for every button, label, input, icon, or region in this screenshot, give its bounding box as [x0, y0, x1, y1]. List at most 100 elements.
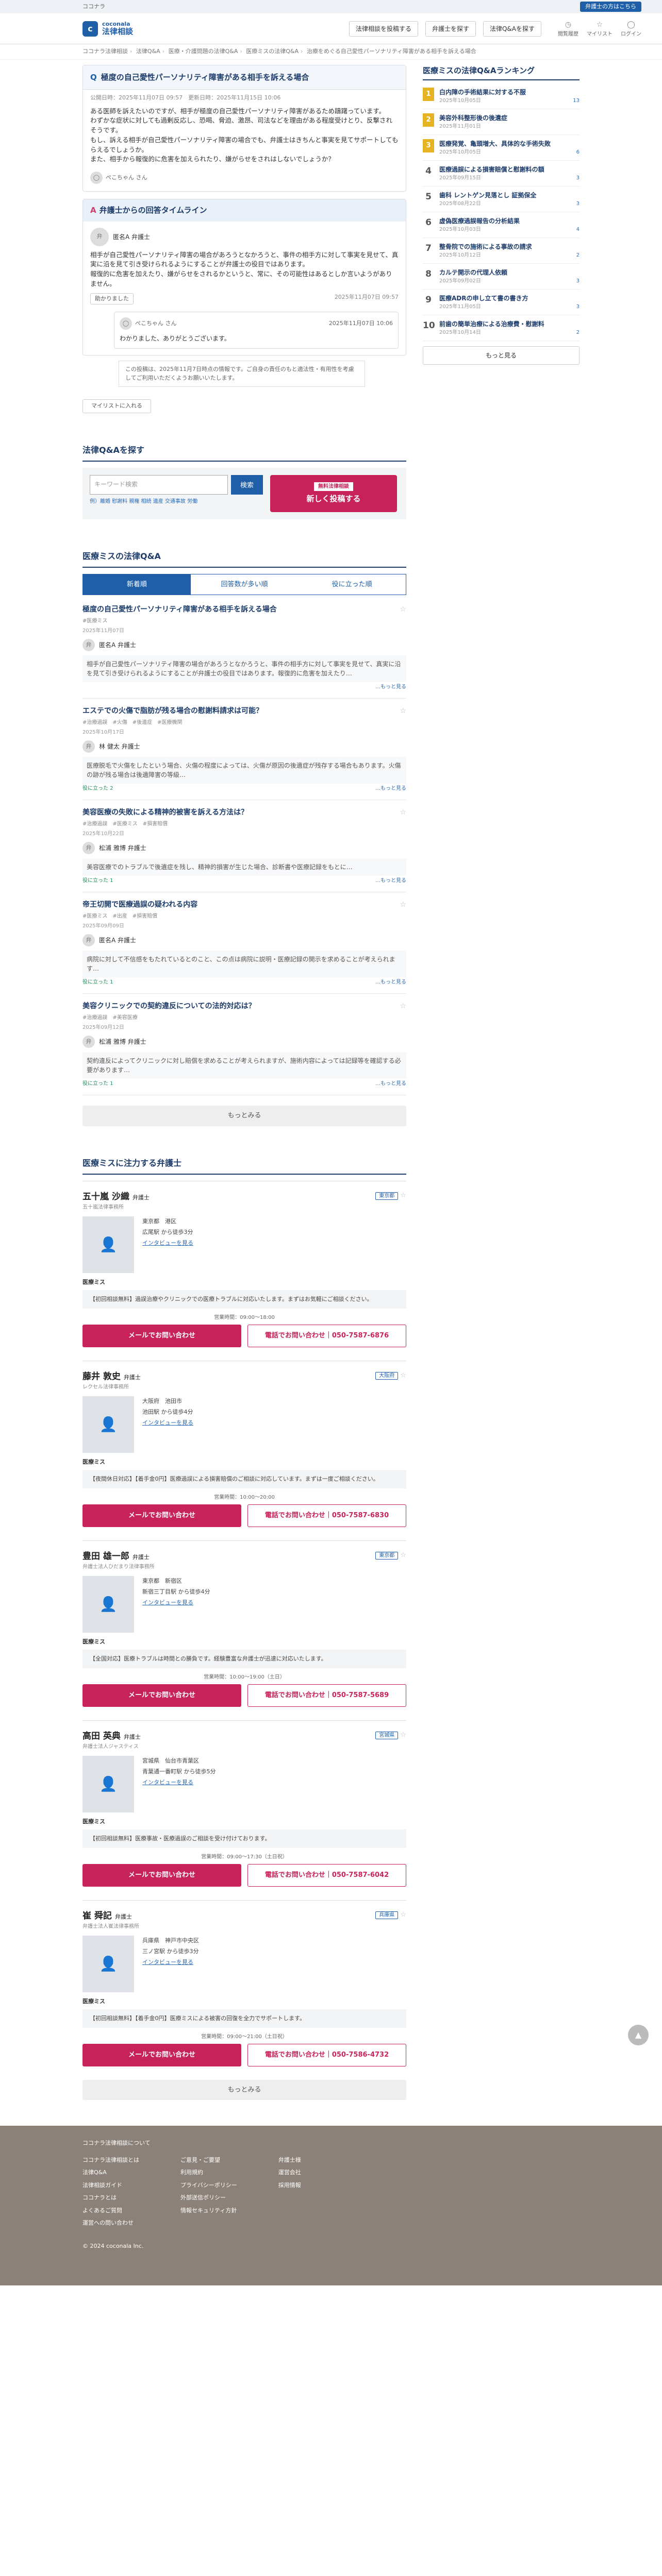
star-icon[interactable]: ☆	[400, 604, 406, 615]
star-icon[interactable]: ☆	[398, 1911, 406, 1919]
ranking-title[interactable]: 美容外科整形後の後遺症	[439, 113, 580, 123]
breadcrumb-item[interactable]: 法律Q&A	[136, 48, 160, 55]
footer-link[interactable]: 外部送信ポリシー	[180, 2194, 237, 2202]
footer-link[interactable]: 採用情報	[278, 2181, 301, 2190]
tab-newest[interactable]: 新着順	[83, 574, 191, 595]
footer-link[interactable]: プライバシーポリシー	[180, 2181, 237, 2190]
logo[interactable]: c coconala 法律相談	[82, 21, 133, 37]
footer-link[interactable]: 運営への問い合わせ	[82, 2219, 139, 2228]
qa-item-more-link[interactable]: …もっと見る	[375, 683, 406, 691]
qa-item-more-link[interactable]: …もっと見る	[375, 978, 406, 986]
lawyer-name[interactable]: 五十嵐 沙織 弁護士	[82, 1191, 150, 1204]
ranking-item[interactable]: 3 医療発覚、亀頭増大、具体的な手術失敗 2025年10月05日 6	[423, 135, 580, 161]
star-icon[interactable]: ☆	[398, 1192, 406, 1199]
qa-item-more-link[interactable]: …もっと見る	[375, 785, 406, 792]
lawyer-name[interactable]: 豊田 雄一郎 弁護士	[82, 1550, 155, 1564]
find-qa-button[interactable]: 法律Q&Aを探す	[483, 21, 541, 37]
lawyer-name[interactable]: 高田 英典 弁護士	[82, 1730, 141, 1743]
star-icon[interactable]: ☆	[400, 1001, 406, 1012]
ranking-title[interactable]: カルテ開示の代理人依頼	[439, 268, 580, 277]
ranking-item[interactable]: 8 カルテ開示の代理人依頼 2025年09月02日 3	[423, 264, 580, 290]
tab-most-helpful[interactable]: 役に立った順	[298, 574, 406, 595]
qa-item-lawyer-name[interactable]: 匿名A 弁護士	[99, 640, 136, 650]
qa-item-lawyer-name[interactable]: 松浦 雅博 弁護士	[99, 1037, 146, 1046]
star-icon[interactable]: ☆	[400, 807, 406, 818]
ranking-title[interactable]: 歯科 レントゲン見落とし 証拠保全	[439, 191, 580, 200]
qa-item[interactable]: 美容医療の失敗による精神的被害を訴える方法は？ ☆ #治療過誤 #医療ミス #損害賠…	[82, 800, 406, 892]
phone-contact-button[interactable]: 電話でお問い合わせ｜050-7587-5689	[247, 1684, 406, 1707]
qa-item[interactable]: 極度の自己愛性パーソナリティ障害がある相手を訴える場合 ☆ #医療ミス 2025年11…	[82, 597, 406, 699]
mail-contact-button[interactable]: メールでお問い合わせ	[82, 1504, 241, 1527]
lawyer-name[interactable]: 崔 舜記 弁護士	[82, 1910, 139, 1923]
qa-item-title[interactable]: エステでの火傷で脂肪が残る場合の慰謝料請求は可能？	[82, 706, 263, 717]
keyword-search-input[interactable]: キーワード検索	[90, 474, 228, 495]
phone-contact-button[interactable]: 電話でお問い合わせ｜050-7586-4732	[247, 2044, 406, 2066]
qa-item-title[interactable]: 極度の自己愛性パーソナリティ障害がある相手を訴える場合	[82, 604, 277, 615]
ranking-title[interactable]: 整骨院での施術による事故の請求	[439, 242, 580, 251]
add-mylist-button[interactable]: マイリストに入れる	[82, 399, 151, 413]
breadcrumb-item[interactable]: 医療ミスの法律Q&A	[246, 48, 299, 55]
thanks-button[interactable]: 助かりました	[90, 293, 134, 304]
qa-item-more-link[interactable]: …もっと見る	[375, 877, 406, 885]
footer-link[interactable]: よくあるご質問	[82, 2207, 139, 2215]
interview-link[interactable]: インタビューを見る	[142, 1419, 193, 1426]
ranking-title[interactable]: 医療ADRの申し立て書の書き方	[439, 294, 580, 303]
interview-link[interactable]: インタビューを見る	[142, 1599, 193, 1606]
ranking-item[interactable]: 1 白内障の手術結果に対する不服 2025年10月05日 13	[423, 83, 580, 109]
lawyer-photo[interactable]: 👤	[82, 1576, 134, 1633]
qa-item[interactable]: エステでの火傷で脂肪が残る場合の慰謝料請求は可能？ ☆ #治療過誤 #火傷 #後遺症…	[82, 699, 406, 800]
qa-more-button[interactable]: もっとみる	[82, 1106, 406, 1126]
interview-link[interactable]: インタビューを見る	[142, 1240, 193, 1246]
ranking-item[interactable]: 2 美容外科整形後の後遺症 2025年11月01日	[423, 109, 580, 135]
star-icon[interactable]: ☆	[398, 1551, 406, 1559]
new-post-button[interactable]: 無料法律相談 新しく投稿する	[270, 474, 397, 512]
lawyer-more-button[interactable]: もっとみる	[82, 2079, 406, 2100]
ranking-item[interactable]: 10 前歯の簡単治療による治療費・慰謝料 2025年10月14日 2	[423, 315, 580, 341]
qa-item[interactable]: 帝王切開で医療過誤の疑われる内容 ☆ #医療ミス #出産 #損害賠償 2025年09月…	[82, 892, 406, 994]
search-tag-links[interactable]: 例）離婚 慰謝料 親権 相続 遺産 交通事故 労働	[90, 498, 263, 505]
qa-item-lawyer-name[interactable]: 匿名A 弁護士	[99, 936, 136, 945]
footer-link[interactable]: ココナラ法律相談とは	[82, 2156, 139, 2165]
history-button[interactable]: ◷ 閲覧履歴	[558, 20, 578, 38]
back-to-top-icon[interactable]: ▲	[628, 2025, 649, 2045]
search-button[interactable]: 検索	[231, 474, 263, 495]
ranking-title[interactable]: 前歯の簡単治療による治療費・慰謝料	[439, 319, 580, 329]
phone-contact-button[interactable]: 電話でお問い合わせ｜050-7587-6876	[247, 1325, 406, 1347]
qa-item-title[interactable]: 美容医療の失敗による精神的被害を訴える方法は？	[82, 807, 248, 818]
login-button[interactable]: ◯ ログイン	[621, 20, 641, 38]
ranking-title[interactable]: 医療発覚、亀頭増大、具体的な手術失敗	[439, 139, 580, 148]
breadcrumb-item[interactable]: ココナラ法律相談	[82, 48, 128, 55]
interview-link[interactable]: インタビューを見る	[142, 1959, 193, 1965]
lawyer-login-link[interactable]: 弁護士の方はこちら	[580, 1, 641, 12]
ranking-title[interactable]: 虚偽医療過誤報告の分析結果	[439, 216, 580, 226]
mail-contact-button[interactable]: メールでお問い合わせ	[82, 2044, 241, 2066]
qa-item-title[interactable]: 美容クリニックでの契約違反についての法的対応は？	[82, 1001, 256, 1012]
mail-contact-button[interactable]: メールでお問い合わせ	[82, 1325, 241, 1347]
mail-contact-button[interactable]: メールでお問い合わせ	[82, 1684, 241, 1707]
star-icon[interactable]: ☆	[398, 1731, 406, 1739]
breadcrumb-item[interactable]: 医療・介護問題の法律Q&A	[169, 48, 238, 55]
find-lawyer-button[interactable]: 弁護士を探す	[425, 21, 476, 37]
qa-item[interactable]: 美容クリニックでの契約違反についての法的対応は？ ☆ #治療過誤 #美容医療 2025…	[82, 994, 406, 1095]
ranking-item[interactable]: 5 歯科 レントゲン見落とし 証拠保全 2025年08月22日 3	[423, 187, 580, 212]
qa-item-title[interactable]: 帝王切開で医療過誤の疑われる内容	[82, 900, 197, 910]
lawyer-photo[interactable]: 👤	[82, 1216, 134, 1273]
phone-contact-button[interactable]: 電話でお問い合わせ｜050-7587-6830	[247, 1504, 406, 1527]
ranking-more-button[interactable]: もっと見る	[423, 346, 580, 365]
ranking-item[interactable]: 7 整骨院での施術による事故の請求 2025年10月12日 2	[423, 238, 580, 264]
star-icon[interactable]: ☆	[398, 1371, 406, 1379]
post-consultation-button[interactable]: 法律相談を投稿する	[349, 21, 418, 37]
mail-contact-button[interactable]: メールでお問い合わせ	[82, 1864, 241, 1887]
interview-link[interactable]: インタビューを見る	[142, 1779, 193, 1786]
footer-link[interactable]: ココナラとは	[82, 2194, 139, 2202]
footer-link[interactable]: 運営会社	[278, 2168, 301, 2177]
mylist-button[interactable]: ☆ マイリスト	[587, 20, 613, 38]
tab-most-answers[interactable]: 回答数が多い順	[191, 574, 299, 595]
lawyer-name[interactable]: 藤井 敦史 弁護士	[82, 1370, 141, 1384]
footer-link[interactable]: ご意見・ご要望	[180, 2156, 237, 2165]
star-icon[interactable]: ☆	[400, 900, 406, 910]
qa-item-more-link[interactable]: …もっと見る	[375, 1080, 406, 1088]
ranking-item[interactable]: 4 医療過誤による損害賠償と慰謝料の額 2025年09月15日 3	[423, 161, 580, 187]
lawyer-photo[interactable]: 👤	[82, 1396, 134, 1453]
ranking-title[interactable]: 医療過誤による損害賠償と慰謝料の額	[439, 165, 580, 174]
